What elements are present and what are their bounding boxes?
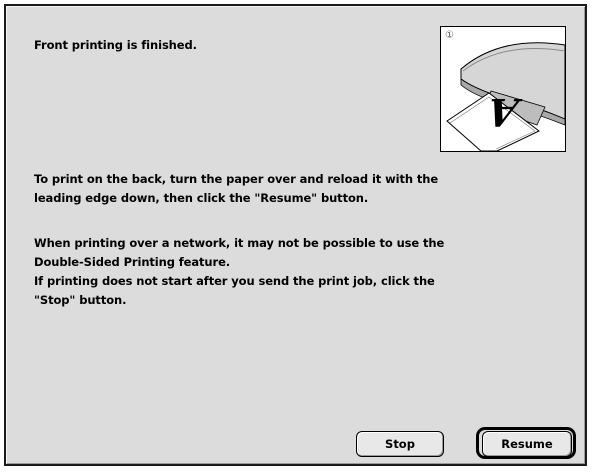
resume-button[interactable]: Resume [482,431,572,457]
network-note-line: Double-Sided Printing feature. [34,255,231,269]
network-note-line: If printing does not start after you sen… [34,274,435,288]
instruction-line: To print on the back, turn the paper ove… [34,172,439,186]
stop-button[interactable]: Stop [356,431,444,457]
instruction-line: leading edge down, then click the "Resum… [34,191,369,205]
network-note-line: When printing over a network, it may not… [34,236,445,250]
reload-instructions: To print on the back, turn the paper ove… [34,170,554,208]
double-sided-print-dialog: Front printing is finished. ① A To print… [4,4,587,466]
dialog-heading: Front printing is finished. [34,38,197,52]
network-note-line: "Stop" button. [34,293,127,307]
reload-paper-illustration: ① A [440,26,566,152]
network-note: When printing over a network, it may not… [34,234,554,310]
step-number-icon: ① [445,30,454,41]
